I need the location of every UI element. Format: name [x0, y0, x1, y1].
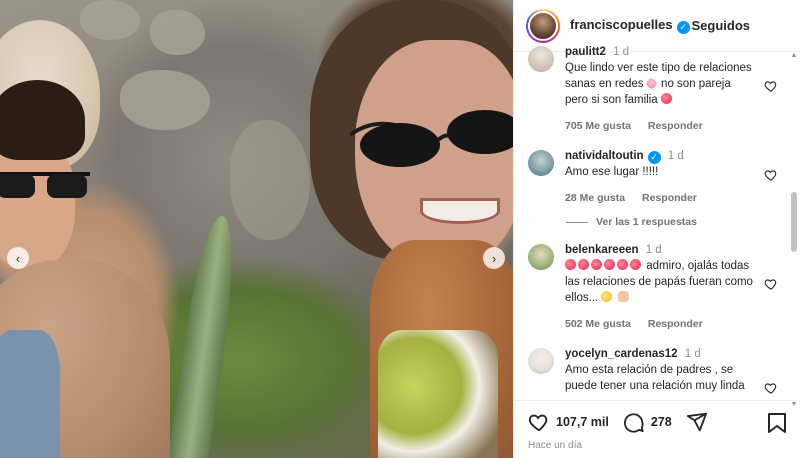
- comment-text: Amo esta relación de padres , se puede t…: [565, 362, 755, 394]
- commenter-avatar[interactable]: [528, 46, 554, 72]
- rock: [120, 70, 210, 130]
- comment-item: belenkareeen 1 d admiro, ojalás todas la…: [528, 242, 790, 332]
- author-avatar[interactable]: [526, 8, 560, 43]
- scrollbar-thumb[interactable]: [791, 192, 797, 252]
- woman-smile: [420, 198, 500, 224]
- comment-item: yocelyn_cardenas12 1 d Amo esta relación…: [528, 346, 790, 394]
- comment-time: 1 d: [613, 46, 630, 58]
- comment-text: Que lindo ver este tipo de relaciones sa…: [565, 62, 752, 106]
- heart-eyes-emoji-icon: [630, 259, 641, 270]
- heart-eyes-emoji-icon: [617, 259, 628, 270]
- woman-blouse: [378, 330, 498, 458]
- heart-eyes-emoji-icon: [565, 259, 576, 270]
- heart-icon[interactable]: [764, 79, 778, 93]
- heart-eyes-emoji-icon: [604, 259, 615, 270]
- likes-count[interactable]: 107,7 mil: [556, 415, 609, 429]
- comment-likes[interactable]: 705 Me gusta: [565, 120, 631, 132]
- reply-button[interactable]: Responder: [648, 120, 703, 132]
- commenter-avatar[interactable]: [528, 150, 554, 176]
- post-details-panel: franciscopuelles ✓ Seguidos paulitt2 1 d …: [513, 0, 800, 458]
- carousel-prev-button[interactable]: ‹: [7, 247, 29, 269]
- commenter-avatar[interactable]: [528, 244, 554, 270]
- comment-time: 1 d: [684, 348, 701, 360]
- view-replies-button[interactable]: Ver las 1 respuestas: [566, 216, 697, 228]
- heart-icon[interactable]: [764, 277, 778, 291]
- woman-sunglasses: [350, 110, 513, 167]
- plant-leaf: [167, 213, 243, 458]
- heart-icon[interactable]: [764, 168, 778, 182]
- post-actions: 107,7 mil 278 Hace un día: [514, 400, 800, 458]
- comments-count[interactable]: 278: [651, 415, 672, 429]
- comment-text: admiro, ojalás todas las relaciones de p…: [565, 259, 753, 304]
- child-sunglasses: [0, 172, 90, 198]
- heart-icon[interactable]: [764, 381, 778, 394]
- comment-item: natividaltoutin ✓ 1 d Amo ese lugar !!!!!…: [528, 148, 790, 206]
- comment-time: 1 d: [667, 150, 684, 162]
- comment-time: 1 d: [645, 244, 662, 256]
- replies-divider: [566, 221, 588, 223]
- carousel-next-button[interactable]: ›: [483, 247, 505, 269]
- view-replies-label: Ver las 1 respuestas: [596, 216, 697, 228]
- comment-icon[interactable]: [623, 411, 645, 433]
- commenter-username[interactable]: belenkareeen: [565, 244, 639, 256]
- post-photo[interactable]: ‹ ›: [0, 0, 513, 458]
- smiling-emoji-icon: [601, 291, 613, 302]
- chevron-right-icon: ›: [491, 250, 497, 266]
- child-hair: [0, 80, 85, 160]
- heart-eyes-emoji-icon: [591, 259, 602, 270]
- comments-scrollbar[interactable]: ▲ ▼: [790, 52, 798, 408]
- heart-icon[interactable]: [528, 411, 550, 433]
- verified-badge-icon: ✓: [676, 21, 690, 34]
- child-jacket: [0, 330, 60, 458]
- bookmark-icon[interactable]: [767, 412, 787, 434]
- comment-likes[interactable]: 28 Me gusta: [565, 192, 625, 204]
- share-icon[interactable]: [686, 411, 708, 433]
- verified-badge-icon: ✓: [647, 150, 661, 164]
- heart-eyes-emoji-icon: [660, 93, 672, 104]
- chevron-left-icon: ‹: [15, 250, 21, 266]
- commenter-username[interactable]: paulitt2: [565, 46, 606, 58]
- commenter-avatar[interactable]: [528, 348, 554, 374]
- post-time[interactable]: Hace un día: [528, 440, 582, 451]
- author-username[interactable]: franciscopuelles ✓: [570, 17, 690, 34]
- heart-hands-emoji-icon: [617, 291, 629, 302]
- commenter-username[interactable]: natividaltoutin: [565, 150, 644, 162]
- scroll-up-arrow-icon[interactable]: ▲: [790, 52, 798, 59]
- following-button[interactable]: Seguidos: [691, 18, 750, 33]
- commenter-username[interactable]: yocelyn_cardenas12: [565, 348, 678, 360]
- comment-item: paulitt2 1 d Que lindo ver este tipo de …: [528, 44, 790, 134]
- rock: [230, 120, 310, 240]
- rock: [150, 10, 205, 55]
- comment-text: Amo ese lugar !!!!!: [565, 166, 659, 178]
- heart-eyes-emoji-icon: [578, 259, 589, 270]
- comment-likes[interactable]: 502 Me gusta: [565, 318, 631, 330]
- reply-button[interactable]: Responder: [642, 192, 697, 204]
- reply-button[interactable]: Responder: [648, 318, 703, 330]
- rock: [80, 0, 140, 40]
- comments-list[interactable]: paulitt2 1 d Que lindo ver este tipo de …: [514, 44, 790, 394]
- heart-emoji-icon: [644, 77, 658, 90]
